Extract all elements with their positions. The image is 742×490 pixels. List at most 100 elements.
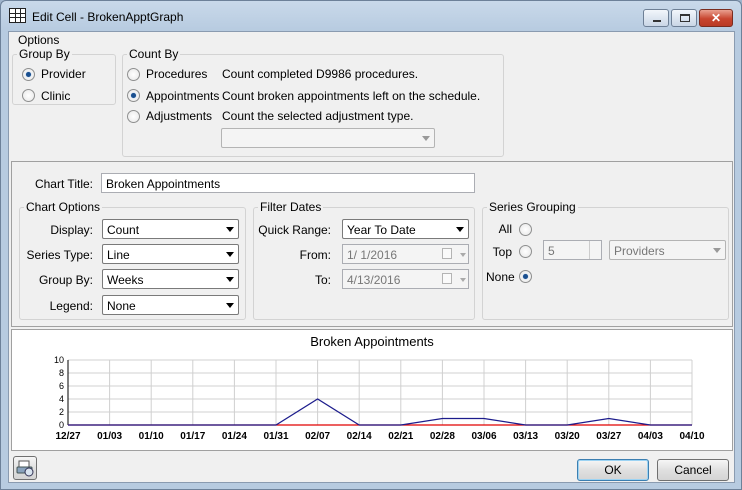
top-count-spinner[interactable]: 5 bbox=[543, 240, 602, 260]
chart-group-by-label: Group By: bbox=[38, 273, 93, 287]
chevron-down-icon bbox=[226, 252, 234, 257]
legend-select[interactable]: None bbox=[102, 295, 239, 315]
group-by-provider-radio[interactable] bbox=[22, 68, 35, 81]
x-tick-label: 01/17 bbox=[180, 431, 205, 442]
title-bar[interactable]: Edit Cell - BrokenApptGraph ✕ bbox=[1, 1, 741, 31]
series-none-label[interactable]: None bbox=[486, 270, 515, 284]
chevron-down-icon bbox=[226, 303, 234, 308]
count-by-procedures-radio[interactable] bbox=[127, 68, 140, 81]
series-grouping-group: Series Grouping bbox=[482, 200, 729, 320]
series-all-radio[interactable] bbox=[519, 223, 532, 236]
chart-area: Broken Appointments 10 8 6 4 2 0 12/27 01/03 01/1… bbox=[11, 329, 733, 451]
x-tick-label: 03/27 bbox=[596, 431, 621, 442]
from-date-value: 1/ 1/2016 bbox=[347, 248, 398, 262]
x-tick-label: 03/20 bbox=[555, 431, 580, 442]
series-type-value: Line bbox=[107, 248, 130, 262]
quick-range-label: Quick Range: bbox=[258, 223, 331, 237]
y-tick-label: 6 bbox=[59, 381, 64, 391]
x-tick-label: 02/07 bbox=[305, 431, 330, 442]
series-type-select[interactable]: Line bbox=[102, 244, 239, 264]
count-by-adjustments-radio[interactable] bbox=[127, 110, 140, 123]
x-tick-label: 02/14 bbox=[347, 431, 372, 442]
count-by-legend: Count By bbox=[129, 47, 179, 61]
spin-down-icon[interactable] bbox=[589, 250, 601, 259]
series-all-label[interactable]: All bbox=[487, 222, 512, 236]
group-by-clinic-label[interactable]: Clinic bbox=[41, 89, 70, 103]
printer-setup-icon bbox=[16, 460, 34, 477]
from-date-picker[interactable]: 1/ 1/2016 bbox=[342, 244, 469, 264]
series-top-radio[interactable] bbox=[519, 245, 532, 258]
chart-title-input[interactable]: Broken Appointments bbox=[101, 173, 475, 193]
top-of-value: Providers bbox=[614, 244, 665, 258]
y-tick-label: 10 bbox=[54, 355, 64, 365]
y-tick-label: 4 bbox=[59, 394, 64, 404]
display-label: Display: bbox=[50, 223, 93, 237]
setup-button[interactable] bbox=[13, 456, 37, 480]
ok-button[interactable]: OK bbox=[577, 459, 649, 481]
chevron-down-icon[interactable] bbox=[460, 278, 466, 282]
chevron-down-icon bbox=[226, 277, 234, 282]
chart-group-by-value: Weeks bbox=[107, 273, 144, 287]
group-by-clinic-radio[interactable] bbox=[22, 89, 35, 102]
top-of-select[interactable]: Providers bbox=[609, 240, 726, 260]
quick-range-select[interactable]: Year To Date bbox=[342, 219, 469, 239]
close-button[interactable]: ✕ bbox=[699, 9, 733, 27]
count-by-appointments-radio[interactable] bbox=[127, 89, 140, 102]
x-tick-label: 03/13 bbox=[513, 431, 538, 442]
series-grouping-legend: Series Grouping bbox=[489, 200, 576, 214]
to-date-value: 4/13/2016 bbox=[347, 273, 401, 287]
count-by-adjustments-description: Count the selected adjustment type. bbox=[222, 109, 414, 123]
to-date-picker[interactable]: 4/13/2016 bbox=[342, 269, 469, 289]
window-title: Edit Cell - BrokenApptGraph bbox=[32, 10, 184, 24]
x-tick-label: 01/03 bbox=[97, 431, 122, 442]
from-label: From: bbox=[299, 248, 331, 262]
chart-options-legend: Chart Options bbox=[26, 200, 101, 214]
x-tick-label: 04/03 bbox=[638, 431, 663, 442]
dialog-client: Options Group By Provider Clinic Count B… bbox=[8, 31, 735, 483]
spin-up-icon[interactable] bbox=[589, 241, 601, 250]
x-tick-label: 03/06 bbox=[471, 431, 496, 442]
series-none-radio[interactable] bbox=[519, 270, 532, 283]
series-top-label[interactable]: Top bbox=[487, 245, 512, 259]
x-tick-label: 02/28 bbox=[430, 431, 455, 442]
maximize-button[interactable] bbox=[671, 9, 697, 27]
y-tick-label: 8 bbox=[59, 368, 64, 378]
x-tick-label: 12/27 bbox=[55, 431, 80, 442]
grid-icon bbox=[9, 8, 26, 23]
series-type-label: Series Type: bbox=[26, 248, 93, 262]
legend-label: Legend: bbox=[49, 299, 93, 313]
calendar-checkbox[interactable] bbox=[442, 273, 452, 284]
chevron-down-icon[interactable] bbox=[460, 253, 466, 257]
chart-title-label: Chart Title: bbox=[34, 177, 93, 191]
group-by-legend: Group By bbox=[19, 47, 70, 61]
count-by-adjustments-label[interactable]: Adjustments bbox=[146, 109, 212, 123]
options-label: Options bbox=[18, 33, 60, 47]
display-select[interactable]: Count bbox=[102, 219, 239, 239]
adjustment-type-select[interactable] bbox=[221, 128, 435, 148]
x-tick-label: 04/10 bbox=[679, 431, 704, 442]
x-tick-label: 01/24 bbox=[222, 431, 247, 442]
dialog-window: Edit Cell - BrokenApptGraph ✕ Options Gr… bbox=[0, 0, 742, 490]
chevron-down-icon bbox=[226, 227, 234, 232]
chevron-down-icon bbox=[713, 248, 721, 253]
top-count-value: 5 bbox=[548, 244, 555, 258]
chart-group-by-select[interactable]: Weeks bbox=[102, 269, 239, 289]
quick-range-value: Year To Date bbox=[347, 223, 416, 237]
broken-appointments-chart: Broken Appointments 10 8 6 4 2 012/27 01/03 01/1… bbox=[54, 334, 705, 442]
count-by-appointments-label[interactable]: Appointments bbox=[146, 89, 219, 103]
x-tick-label: 02/21 bbox=[388, 431, 413, 442]
minimize-button[interactable] bbox=[643, 9, 669, 27]
count-by-procedures-label[interactable]: Procedures bbox=[146, 67, 207, 81]
x-tick-label: 01/31 bbox=[263, 431, 288, 442]
y-tick-label: 2 bbox=[59, 407, 64, 417]
group-by-provider-label[interactable]: Provider bbox=[41, 67, 86, 81]
chevron-down-icon bbox=[422, 136, 430, 141]
chart-title: Broken Appointments bbox=[310, 334, 434, 349]
x-tick-label: 01/10 bbox=[139, 431, 164, 442]
cancel-button[interactable]: Cancel bbox=[657, 459, 729, 481]
to-label: To: bbox=[314, 273, 331, 287]
y-tick-label: 0 bbox=[59, 420, 64, 430]
count-by-appointments-description: Count broken appointments left on the sc… bbox=[222, 89, 481, 103]
count-by-procedures-description: Count completed D9986 procedures. bbox=[222, 67, 419, 81]
calendar-checkbox[interactable] bbox=[442, 248, 452, 259]
